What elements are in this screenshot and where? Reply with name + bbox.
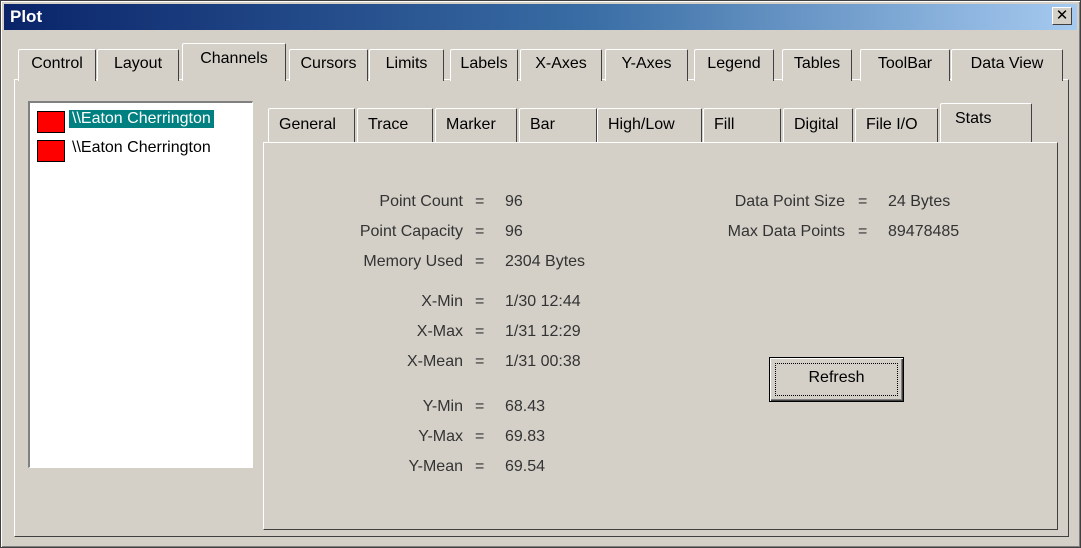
- stat-label: Memory Used: [363, 253, 463, 270]
- stat-label: Data Point Size: [734, 193, 845, 210]
- channel-color-swatch: [37, 111, 65, 133]
- subtab-trace[interactable]: Trace: [357, 108, 433, 142]
- close-button[interactable]: ✕: [1052, 7, 1072, 25]
- tab-channels[interactable]: Channels: [182, 43, 286, 81]
- tab-data-view[interactable]: Data View: [951, 49, 1063, 81]
- stat-label: Y-Min: [422, 398, 463, 415]
- stat-equals: =: [858, 193, 868, 210]
- channel-color-swatch: [37, 140, 65, 162]
- stat-equals: =: [475, 353, 485, 370]
- stat-value: 89478485: [888, 223, 960, 240]
- stat-label: X-Mean: [406, 353, 463, 370]
- stat-value: 2304 Bytes: [505, 253, 586, 270]
- window-title: Plot: [10, 7, 43, 26]
- close-icon: ✕: [1055, 7, 1069, 24]
- stat-equals: =: [858, 223, 868, 240]
- stat-label: Max Data Points: [727, 223, 845, 240]
- tab-y-axes[interactable]: Y-Axes: [605, 49, 688, 81]
- tab-legend[interactable]: Legend: [694, 49, 774, 81]
- stat-equals: =: [475, 293, 485, 310]
- subtab-file-io[interactable]: File I/O: [855, 108, 938, 142]
- subtab-stats[interactable]: Stats: [940, 103, 1032, 142]
- tab-control[interactable]: Control: [18, 49, 96, 81]
- refresh-button-label: Refresh: [808, 369, 865, 386]
- stat-value: 69.83: [505, 428, 546, 445]
- stat-equals: =: [475, 398, 485, 415]
- stat-equals: =: [475, 323, 485, 340]
- channel-list-item[interactable]: \\Eaton Cherrington: [33, 136, 249, 164]
- channel-label: \\Eaton Cherrington: [69, 110, 214, 128]
- tab-layout[interactable]: Layout: [97, 49, 179, 81]
- subtab-digital[interactable]: Digital: [783, 108, 853, 142]
- stat-label: X-Max: [416, 323, 463, 340]
- stat-label: X-Min: [421, 293, 463, 310]
- tab-x-axes[interactable]: X-Axes: [520, 49, 602, 81]
- stat-value: 24 Bytes: [888, 193, 951, 210]
- channel-list-item[interactable]: \\Eaton Cherrington: [33, 107, 249, 135]
- tab-tables[interactable]: Tables: [782, 49, 852, 81]
- refresh-button[interactable]: Refresh: [769, 357, 904, 402]
- stat-equals: =: [475, 253, 485, 270]
- stat-value: 1/31 12:29: [505, 323, 581, 340]
- subtab-bar[interactable]: Bar: [519, 108, 597, 142]
- tab-labels[interactable]: Labels: [450, 49, 518, 81]
- stat-value: 1/31 00:38: [505, 353, 581, 370]
- subtab-marker[interactable]: Marker: [435, 108, 517, 142]
- title-bar[interactable]: Plot ✕: [4, 4, 1077, 30]
- stat-label: Y-Max: [418, 428, 463, 445]
- stat-value: 1/30 12:44: [505, 293, 581, 310]
- subtab-high-low[interactable]: High/Low: [597, 108, 702, 142]
- tab-toolbar[interactable]: ToolBar: [860, 49, 950, 81]
- stat-value: 68.43: [505, 398, 546, 415]
- stat-equals: =: [475, 458, 485, 475]
- tab-cursors[interactable]: Cursors: [289, 49, 368, 81]
- stat-label: Y-Mean: [408, 458, 463, 475]
- subtab-fill[interactable]: Fill: [703, 108, 781, 142]
- channel-label: \\Eaton Cherrington: [72, 139, 211, 156]
- stat-value: 69.54: [505, 458, 546, 475]
- stat-equals: =: [475, 428, 485, 445]
- tab-limits[interactable]: Limits: [369, 49, 444, 81]
- subtab-general[interactable]: General: [268, 108, 355, 142]
